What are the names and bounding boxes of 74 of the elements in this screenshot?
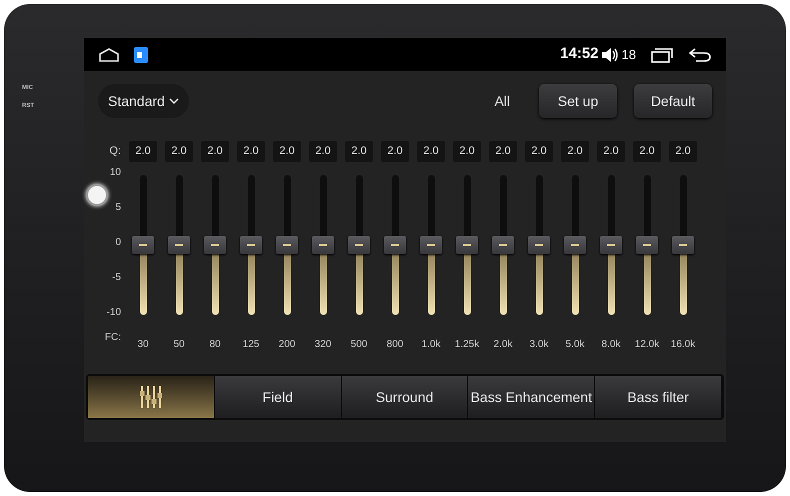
frequency-label: 80 [209,338,221,352]
scale-label: 10 [108,167,121,179]
tab[interactable]: Field [214,376,342,418]
q-value[interactable]: 2.0 [525,141,553,162]
slider-thumb[interactable] [528,236,550,254]
preset-dropdown[interactable]: Standard [98,84,189,118]
fc-label: FC: [104,331,121,345]
scale-label: -5 [111,272,121,284]
slider-thumb[interactable] [312,236,334,254]
q-value[interactable]: 2.0 [201,141,229,162]
q-value[interactable]: 2.0 [633,141,661,162]
tab[interactable]: Bass Enhancement [468,376,596,418]
volume-level: 18 [622,46,636,64]
frequency-label: 12.0k [634,338,660,352]
frequency-label: 5.0k [566,338,584,352]
frequency-label: 500 [350,338,368,352]
tab[interactable]: Surround [342,376,468,418]
q-value[interactable]: 2.0 [597,141,625,162]
frequency-label: 320 [314,338,332,352]
tab[interactable]: Bass filter [595,376,722,418]
slider-thumb[interactable] [204,236,226,254]
frequency-label: 30 [137,338,149,352]
slider-thumb[interactable] [348,236,370,254]
scale-label: 0 [114,237,121,249]
slider-thumb[interactable] [636,236,658,254]
slider-thumb[interactable] [132,236,154,254]
q-value[interactable]: 2.0 [561,141,589,162]
all-label: All [494,92,510,110]
q-value[interactable]: 2.0 [381,141,409,162]
frequency-label: 1.25k [454,338,480,352]
q-value[interactable]: 2.0 [165,141,193,162]
slider-thumb[interactable] [492,236,514,254]
slider-thumb[interactable] [384,236,406,254]
frequency-label: 200 [278,338,296,352]
q-value[interactable]: 2.0 [309,141,337,162]
frequency-label: 125 [242,338,260,352]
frequency-label: 1.0k [422,338,440,352]
q-value[interactable]: 2.0 [417,141,445,162]
toolbar-button[interactable]: Default [634,84,712,118]
q-value[interactable]: 2.0 [129,141,157,162]
frequency-label: 2.0k [494,338,512,352]
toolbar-button[interactable]: Set up [539,84,617,118]
q-value[interactable]: 2.0 [273,141,301,162]
frequency-label: 8.0k [602,338,620,352]
q-value[interactable]: 2.0 [453,141,481,162]
q-value[interactable]: 2.0 [237,141,265,162]
recent-apps-icon[interactable] [650,46,674,62]
slider-thumb[interactable] [564,236,586,254]
slider-thumb[interactable] [168,236,190,254]
scale-label: 5 [114,202,121,214]
home-icon[interactable] [98,46,120,62]
q-value[interactable]: 2.0 [489,141,517,162]
scale-label: -10 [106,307,121,319]
back-icon[interactable] [688,46,712,62]
q-value[interactable]: 2.0 [345,141,373,162]
app-icon[interactable] [134,46,148,62]
volume-icon [600,46,619,62]
assistive-touch-button[interactable] [86,184,108,206]
q-label: Q: [109,144,121,159]
frequency-label: 3.0k [530,338,548,352]
slider-thumb[interactable] [240,236,262,254]
slider-thumb[interactable] [672,236,694,254]
slider-thumb[interactable] [420,236,442,254]
frequency-label: 16.0k [670,338,696,352]
frequency-label: 50 [173,338,185,352]
equalizer-icon [140,385,162,409]
equalizer-tab[interactable] [88,376,215,418]
slider-thumb[interactable] [600,236,622,254]
q-value[interactable]: 2.0 [669,141,697,162]
frequency-label: 800 [386,338,404,352]
slider-thumb[interactable] [276,236,298,254]
slider-thumb[interactable] [456,236,478,254]
clock: 14:52 [560,44,599,64]
chevron-down-icon [168,98,179,104]
